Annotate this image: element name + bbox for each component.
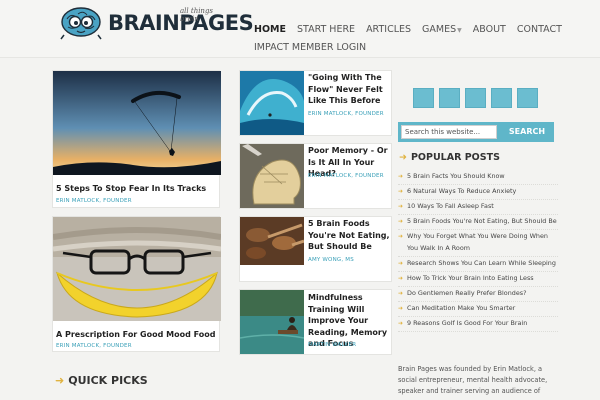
card-title[interactable]: "Going With The Flow" Never Felt Like Th… — [308, 72, 393, 107]
bullet-icon: ➜ — [398, 173, 404, 180]
surfer-wave-image[interactable] — [240, 71, 304, 135]
article-card[interactable]: 5 Brain Foods You're Not Eating, But Sho… — [239, 216, 392, 282]
featured-card[interactable]: 5 Steps To Stop Fear In Its Tracks ERIN … — [52, 70, 221, 208]
card-title[interactable]: A Prescription For Good Mood Food — [56, 329, 218, 341]
popular-post-link[interactable]: Research Shows You Can Learn While Sleep… — [407, 258, 556, 270]
card-author[interactable]: ERIN MATLOCK, FOUNDER — [56, 198, 132, 204]
popular-post-link[interactable]: How To Trick Your Brain Into Eating Less — [407, 273, 534, 285]
nav-contact[interactable]: CONTACT — [517, 24, 562, 35]
list-item[interactable]: ➜ Why You Forget What You Were Doing When… — [398, 230, 558, 257]
quick-picks-heading: ➜ QUICK PICKS — [55, 374, 148, 387]
bullet-icon: ➜ — [398, 274, 404, 282]
bullet-icon: ➜ — [398, 188, 404, 195]
popular-post-link[interactable]: Why You Forget What You Were Doing When … — [407, 231, 558, 254]
banana-glasses-image[interactable] — [53, 217, 221, 321]
twitter-icon[interactable] — [439, 88, 460, 108]
paraglider-image[interactable] — [53, 71, 221, 175]
card-author[interactable]: MARTIN WALKER — [308, 342, 356, 348]
search-form: Search this website... SEARCH — [398, 122, 554, 142]
nav-games-label: GAMES — [422, 23, 457, 35]
popular-post-link[interactable]: 5 Brain Facts You Should Know — [407, 171, 505, 183]
list-item[interactable]: ➜ 5 Brain Foods You're Not Eating, But Sh… — [398, 215, 558, 230]
bullet-icon: ➜ — [398, 289, 404, 297]
list-item[interactable]: ➜ 6 Natural Ways To Reduce Anxiety — [398, 185, 558, 200]
list-item[interactable]: ➜ 5 Brain Facts You Should Know — [398, 170, 558, 185]
popular-post-link[interactable]: Can Meditation Make You Smarter — [407, 303, 515, 315]
popular-post-link[interactable]: 5 Brain Foods You're Not Eating, But Sho… — [407, 216, 557, 228]
popular-post-link[interactable]: 6 Natural Ways To Reduce Anxiety — [407, 186, 516, 198]
nav-home[interactable]: HOME — [254, 24, 286, 35]
nav-impact-member-login[interactable]: IMPACT MEMBER LOGIN — [254, 42, 366, 53]
bullet-icon: ➜ — [398, 218, 404, 225]
main-nav: HOME START HERE ARTICLES GAMES▼ ABOUT CO… — [254, 21, 574, 55]
rss-icon[interactable] — [517, 88, 538, 108]
list-item[interactable]: ➜ Do Gentlemen Really Prefer Blondes? — [398, 287, 558, 302]
bullet-icon: ➜ — [398, 233, 404, 240]
facebook-icon[interactable] — [413, 88, 434, 108]
article-card[interactable]: Mindfulness Training Will Improve Your R… — [239, 289, 392, 355]
list-item[interactable]: ➜ How To Trick Your Brain Into Eating Les… — [398, 272, 558, 287]
popular-posts-heading: ➜ POPULAR POSTS — [399, 152, 500, 163]
search-button[interactable]: SEARCH — [502, 125, 552, 139]
card-author[interactable]: ERIN MATLOCK, FOUNDER — [56, 343, 132, 349]
article-card[interactable]: Poor Memory - Or Is It All In Your Head?… — [239, 143, 392, 209]
social-icons — [413, 88, 538, 108]
list-item[interactable]: ➜ Research Shows You Can Learn While Slee… — [398, 257, 558, 272]
about-text: Brain Pages was founded by Erin Matlock,… — [398, 365, 548, 395]
site-logo[interactable]: BRAINPAGES all things brain — [50, 3, 254, 43]
bullet-icon: ➜ — [398, 259, 404, 267]
search-input[interactable]: Search this website... — [401, 125, 497, 139]
nav-about[interactable]: ABOUT — [473, 24, 506, 35]
popular-posts-list: ➜ 5 Brain Facts You Should Know ➜ 6 Natura… — [398, 170, 558, 332]
google-plus-icon[interactable] — [465, 88, 486, 108]
card-author[interactable]: ERIN MATLOCK, FOUNDER — [308, 111, 384, 117]
list-item[interactable]: ➜ 10 Ways To Fall Asleep Fast — [398, 200, 558, 215]
site-header: BRAINPAGES all things brain HOME START H… — [0, 0, 600, 58]
card-title[interactable]: Mindfulness Training Will Improve Your R… — [308, 292, 393, 350]
list-item[interactable]: ➜ 9 Reasons Golf Is Good For Your Brain — [398, 317, 558, 332]
article-card[interactable]: "Going With The Flow" Never Felt Like Th… — [239, 70, 392, 136]
card-author[interactable]: ERIN MATLOCK, FOUNDER — [308, 173, 384, 179]
meditation-water-image[interactable] — [240, 290, 304, 354]
popular-posts-label: POPULAR POSTS — [410, 152, 500, 163]
nav-start-here[interactable]: START HERE — [297, 24, 355, 35]
spoons-spices-image[interactable] — [240, 217, 304, 265]
phrenology-head-image[interactable] — [240, 144, 304, 208]
quick-picks-label: QUICK PICKS — [68, 374, 148, 387]
logo-tagline: all things brain — [180, 7, 214, 23]
nav-games[interactable]: GAMES▼ — [422, 24, 462, 35]
popular-post-link[interactable]: Do Gentlemen Really Prefer Blondes? — [407, 288, 526, 300]
nav-articles[interactable]: ARTICLES — [366, 24, 411, 35]
card-title[interactable]: 5 Brain Foods You're Not Eating, But Sho… — [308, 218, 393, 253]
bullet-icon: ➜ — [398, 203, 404, 210]
bullet-icon: ➜ — [398, 304, 404, 312]
chevron-down-icon: ▼ — [457, 26, 462, 34]
arrow-right-icon: ➜ — [55, 374, 65, 387]
list-item[interactable]: ➜ Can Meditation Make You Smarter — [398, 302, 558, 317]
popular-post-link[interactable]: 10 Ways To Fall Asleep Fast — [407, 201, 494, 213]
bullet-icon: ➜ — [398, 319, 404, 327]
brain-mascot-icon — [60, 7, 102, 40]
card-title[interactable]: 5 Steps To Stop Fear In Its Tracks — [56, 183, 218, 195]
pinterest-icon[interactable] — [491, 88, 512, 108]
popular-post-link[interactable]: 9 Reasons Golf Is Good For Your Brain — [407, 318, 527, 330]
featured-card[interactable]: A Prescription For Good Mood Food ERIN M… — [52, 216, 221, 352]
card-author[interactable]: AMY WONG, MS — [308, 257, 354, 263]
arrow-right-icon: ➜ — [399, 152, 407, 163]
